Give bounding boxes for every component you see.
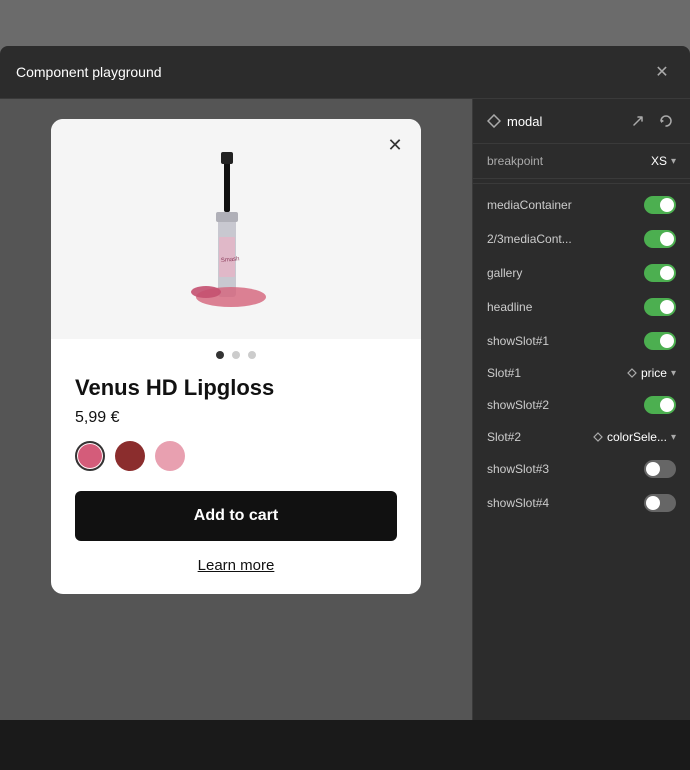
dot-2[interactable] [232, 351, 240, 359]
product-image: Smash [166, 137, 306, 322]
slot2-diamond-icon [593, 432, 603, 442]
svg-text:Smash: Smash [221, 256, 240, 264]
setting-row-showSlot1: showSlot#1 [473, 324, 690, 358]
export-icon [631, 114, 645, 128]
slot1-chevron-icon: ▾ [671, 368, 676, 379]
setting-label-showSlot1: showSlot#1 [487, 334, 549, 348]
chevron-down-icon: ▾ [671, 156, 676, 167]
setting-row-showSlot3: showSlot#3 [473, 452, 690, 486]
dot-1[interactable] [216, 351, 224, 359]
slot2-value-select[interactable]: colorSele... ▾ [593, 430, 676, 444]
toggle-2/3mediaContainer[interactable] [644, 230, 676, 248]
setting-row-2/3mediaContainer: 2/3mediaCont... [473, 222, 690, 256]
setting-label-headline: headline [487, 300, 532, 314]
breakpoint-row: breakpoint XS ▾ [473, 144, 690, 179]
panel-close-button[interactable]: ✕ [650, 60, 674, 84]
bottom-bar [0, 720, 690, 770]
swatch-dark-red[interactable] [115, 441, 145, 471]
setting-row-gallery: gallery [473, 256, 690, 290]
slot2-label: Slot#2 [487, 430, 521, 444]
product-image-area: Smash [51, 119, 421, 339]
slot2-row: Slot#2 colorSele... ▾ [473, 422, 690, 452]
refresh-button[interactable] [656, 111, 676, 131]
panel-title: Component playground [16, 64, 162, 80]
slot2-chevron-icon: ▾ [671, 432, 676, 443]
export-button[interactable] [628, 111, 648, 131]
dot-3[interactable] [248, 351, 256, 359]
panel-header: Component playground ✕ [0, 46, 690, 99]
setting-label-2/3mediaContainer: 2/3mediaCont... [487, 232, 572, 246]
settings-divider [473, 183, 690, 184]
toggle-showSlot3[interactable] [644, 460, 676, 478]
setting-label-showSlot4: showSlot#4 [487, 496, 549, 510]
add-to-cart-button[interactable]: Add to cart [75, 491, 397, 541]
color-swatches [51, 441, 421, 471]
swatch-pink[interactable] [75, 441, 105, 471]
product-price: 5,99 € [75, 409, 397, 427]
setting-row-mediaContainer: mediaContainer [473, 188, 690, 222]
settings-modal-label: modal [507, 114, 542, 129]
setting-label-mediaContainer: mediaContainer [487, 198, 572, 212]
swatch-light-pink[interactable] [155, 441, 185, 471]
setting-label-showSlot3: showSlot#3 [487, 462, 549, 476]
slot1-row: Slot#1 price ▾ [473, 358, 690, 388]
learn-more-link[interactable]: Learn more [51, 557, 421, 574]
settings-title-row: modal [487, 114, 542, 129]
component-playground-panel: Component playground ✕ ✕ Smash [0, 46, 690, 770]
breakpoint-select[interactable]: XS ▾ [651, 154, 676, 168]
slot1-value-select[interactable]: price ▾ [627, 366, 676, 380]
slot1-label: Slot#1 [487, 366, 521, 380]
diamond-icon [487, 114, 501, 128]
setting-row-showSlot4: showSlot#4 [473, 486, 690, 520]
slot2-value: colorSele... [607, 430, 667, 444]
slot1-value: price [641, 366, 667, 380]
slot1-diamond-icon [627, 368, 637, 378]
setting-row-showSlot2: showSlot#2 [473, 388, 690, 422]
settings-actions [628, 111, 676, 131]
breakpoint-label: breakpoint [487, 154, 543, 168]
panel-body: ✕ Smash [0, 99, 690, 770]
setting-row-headline: headline [473, 290, 690, 324]
product-info: Venus HD Lipgloss 5,99 € [51, 359, 421, 427]
refresh-icon [659, 114, 673, 128]
product-name: Venus HD Lipgloss [75, 375, 397, 401]
settings-panel: modal [472, 99, 690, 770]
toggle-gallery[interactable] [644, 264, 676, 282]
modal-close-button[interactable]: ✕ [381, 131, 409, 159]
preview-area: ✕ Smash [0, 99, 472, 770]
breakpoint-value: XS [651, 154, 667, 168]
pagination-dots [51, 351, 421, 359]
settings-header: modal [473, 99, 690, 144]
toggle-showSlot4[interactable] [644, 494, 676, 512]
toggle-showSlot2[interactable] [644, 396, 676, 414]
toggle-mediaContainer[interactable] [644, 196, 676, 214]
setting-label-gallery: gallery [487, 266, 522, 280]
setting-label-showSlot2: showSlot#2 [487, 398, 549, 412]
toggle-showSlot1[interactable] [644, 332, 676, 350]
toggle-headline[interactable] [644, 298, 676, 316]
modal-card: ✕ Smash [51, 119, 421, 594]
